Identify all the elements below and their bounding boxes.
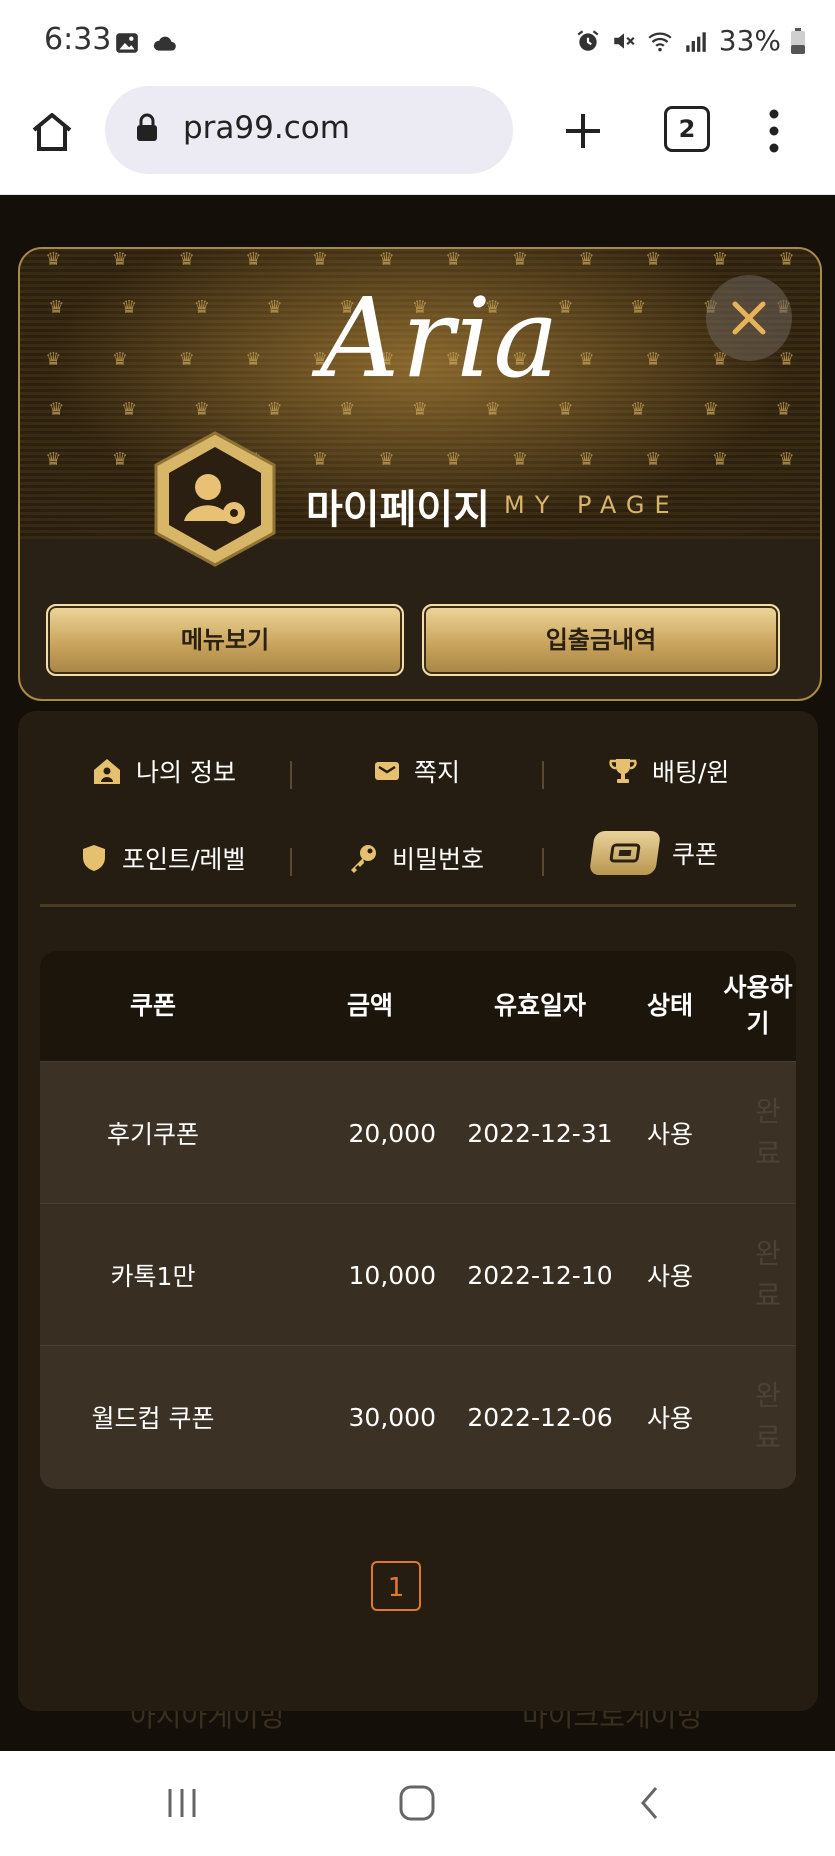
more-menu-icon[interactable] — [766, 108, 782, 154]
column-header-line: 기 — [746, 1009, 770, 1038]
table-header: 쿠폰 금액 유효일자 상태 사용하 기 — [40, 951, 796, 1061]
coupon-status: 사용 — [646, 1120, 693, 1149]
tab-my-info[interactable]: 나의 정보 — [92, 753, 236, 789]
status-time: 6:33 — [44, 22, 112, 57]
action-line: 완 — [755, 1379, 781, 1412]
close-icon — [732, 301, 766, 335]
action-line: 료 — [755, 1137, 781, 1170]
coupon-expiry: 2022-12-06 — [467, 1402, 613, 1432]
table-row: 월드컵 쿠폰 30,000 2022-12-06 사용 완 료 — [40, 1345, 796, 1488]
page-content: 아시아게이밍 마이크로게이밍 ♛ ♛ ♛ ♛ ♛ ♛ ♛ ♛ ♛ ♛ ♛ ♛ ♛ ♛ ♛ ♛ ♛ ♛ ♛ ♛ ♛ ♛ ♛ … — [0, 195, 835, 1751]
coupon-amount: 20,000 — [348, 1118, 436, 1148]
use-complete-button: 완 료 — [740, 1062, 796, 1204]
coupon-amount: 30,000 — [348, 1402, 436, 1432]
system-nav-bar — [0, 1751, 835, 1856]
menu-view-button[interactable]: 메뉴보기 — [46, 604, 404, 676]
tab-messages[interactable]: 쪽지 — [374, 753, 460, 789]
crown-pattern: ♛♛♛♛♛♛♛♛♛♛♛♛ — [45, 249, 795, 270]
action-line: 료 — [755, 1421, 781, 1454]
table-row: 후기쿠폰 20,000 2022-12-31 사용 완 료 — [40, 1061, 796, 1204]
signal-icon — [686, 31, 706, 52]
home-icon[interactable] — [28, 108, 76, 156]
coupon-expiry: 2022-12-31 — [467, 1118, 613, 1148]
column-header: 상태 — [646, 991, 693, 1020]
tab-coupon[interactable]: 쿠폰 — [588, 831, 719, 875]
nav-divider-line — [40, 904, 796, 907]
page-title: 마이페이지 — [306, 487, 490, 533]
recent-apps-icon[interactable] — [164, 1785, 200, 1821]
column-header: 사용하 기 — [720, 951, 796, 1061]
page-subtitle: MY PAGE — [504, 491, 680, 519]
tab-label: 쿠폰 — [672, 840, 719, 869]
action-line: 료 — [755, 1279, 781, 1312]
column-header: 금액 — [346, 991, 393, 1020]
wifi-icon — [648, 32, 672, 51]
tab-label: 비밀번호 — [392, 845, 485, 874]
crown-pattern: ♛♛♛♛♛♛♛♛♛♛♛♛ — [45, 449, 795, 470]
action-line: 완 — [755, 1095, 781, 1128]
tab-password[interactable]: 비밀번호 — [348, 840, 484, 876]
battery-text: 33% — [718, 24, 781, 57]
page-number-button[interactable]: 1 — [371, 1561, 421, 1611]
browser-toolbar: pra99.com 2 — [0, 86, 835, 195]
coupon-status: 사용 — [646, 1262, 693, 1291]
coupon-name: 후기쿠폰 — [106, 1120, 199, 1149]
back-icon[interactable] — [638, 1785, 662, 1821]
column-header: 유효일자 — [493, 991, 586, 1020]
nav-divider — [290, 761, 292, 789]
coupon-table: 쿠폰 금액 유효일자 상태 사용하 기 후기쿠폰 20,000 2022-12-… — [40, 951, 796, 1489]
tab-betting-win[interactable]: 배팅/윈 — [608, 753, 729, 789]
battery-icon — [791, 27, 805, 54]
use-complete-button: 완 료 — [740, 1204, 796, 1346]
coupon-name: 카톡1만 — [110, 1262, 196, 1291]
cloud-icon — [153, 36, 176, 51]
action-line: 완 — [755, 1237, 781, 1270]
tab-switcher-button[interactable]: 2 — [664, 106, 710, 152]
close-button[interactable] — [706, 275, 792, 361]
tab-points-level[interactable]: 포인트/레벨 — [80, 840, 245, 876]
coupon-status: 사용 — [646, 1404, 693, 1433]
nav-divider — [542, 761, 544, 789]
url-text: pra99.com — [183, 110, 350, 146]
use-complete-button: 완 료 — [740, 1346, 796, 1488]
trophy-icon — [609, 759, 637, 783]
shield-icon — [83, 845, 105, 871]
coupon-amount: 10,000 — [348, 1260, 436, 1290]
tab-label: 쪽지 — [414, 758, 461, 787]
home-user-icon — [94, 759, 120, 784]
status-bar: 6:33 33% — [0, 0, 835, 86]
key-icon — [351, 845, 376, 873]
deposit-history-button[interactable]: 입출금내역 — [422, 604, 780, 676]
column-header-line: 사용하 — [723, 973, 793, 1002]
coupon-name: 월드컵 쿠폰 — [91, 1404, 215, 1433]
nav-divider — [542, 848, 544, 876]
nav-divider — [290, 848, 292, 876]
tab-label: 배팅/윈 — [652, 758, 730, 787]
mute-icon — [614, 32, 635, 49]
new-tab-icon[interactable] — [560, 108, 606, 154]
image-icon — [116, 33, 138, 53]
tab-label: 포인트/레벨 — [122, 845, 246, 874]
ticket-icon — [588, 831, 662, 875]
aria-logo: Aria — [320, 274, 561, 402]
crown-pattern: ♛♛♛♛♛♛♛♛♛♛♛ — [48, 399, 792, 420]
envelope-icon — [375, 762, 399, 780]
lock-icon — [137, 113, 157, 141]
alarm-icon — [577, 29, 599, 51]
tab-label: 나의 정보 — [136, 758, 236, 787]
mypage-header-panel: ♛ ♛ ♛ ♛ ♛ ♛ ♛ ♛ ♛ ♛ ♛ ♛ ♛ ♛ ♛ ♛ ♛ ♛ ♛ ♛ ♛ ♛ ♛ ♛ ♛ ♛ ♛ ♛ ♛ ♛ ♛ ♛ ♛ ♛ ♛ ♛ ♛… — [18, 247, 822, 701]
url-bar[interactable]: pra99.com — [105, 86, 513, 174]
home-button-icon[interactable] — [398, 1785, 436, 1821]
coupon-expiry: 2022-12-10 — [467, 1260, 613, 1290]
user-settings-icon — [154, 431, 276, 567]
column-header: 쿠폰 — [129, 991, 176, 1020]
table-row: 카톡1만 10,000 2022-12-10 사용 완 료 — [40, 1203, 796, 1346]
